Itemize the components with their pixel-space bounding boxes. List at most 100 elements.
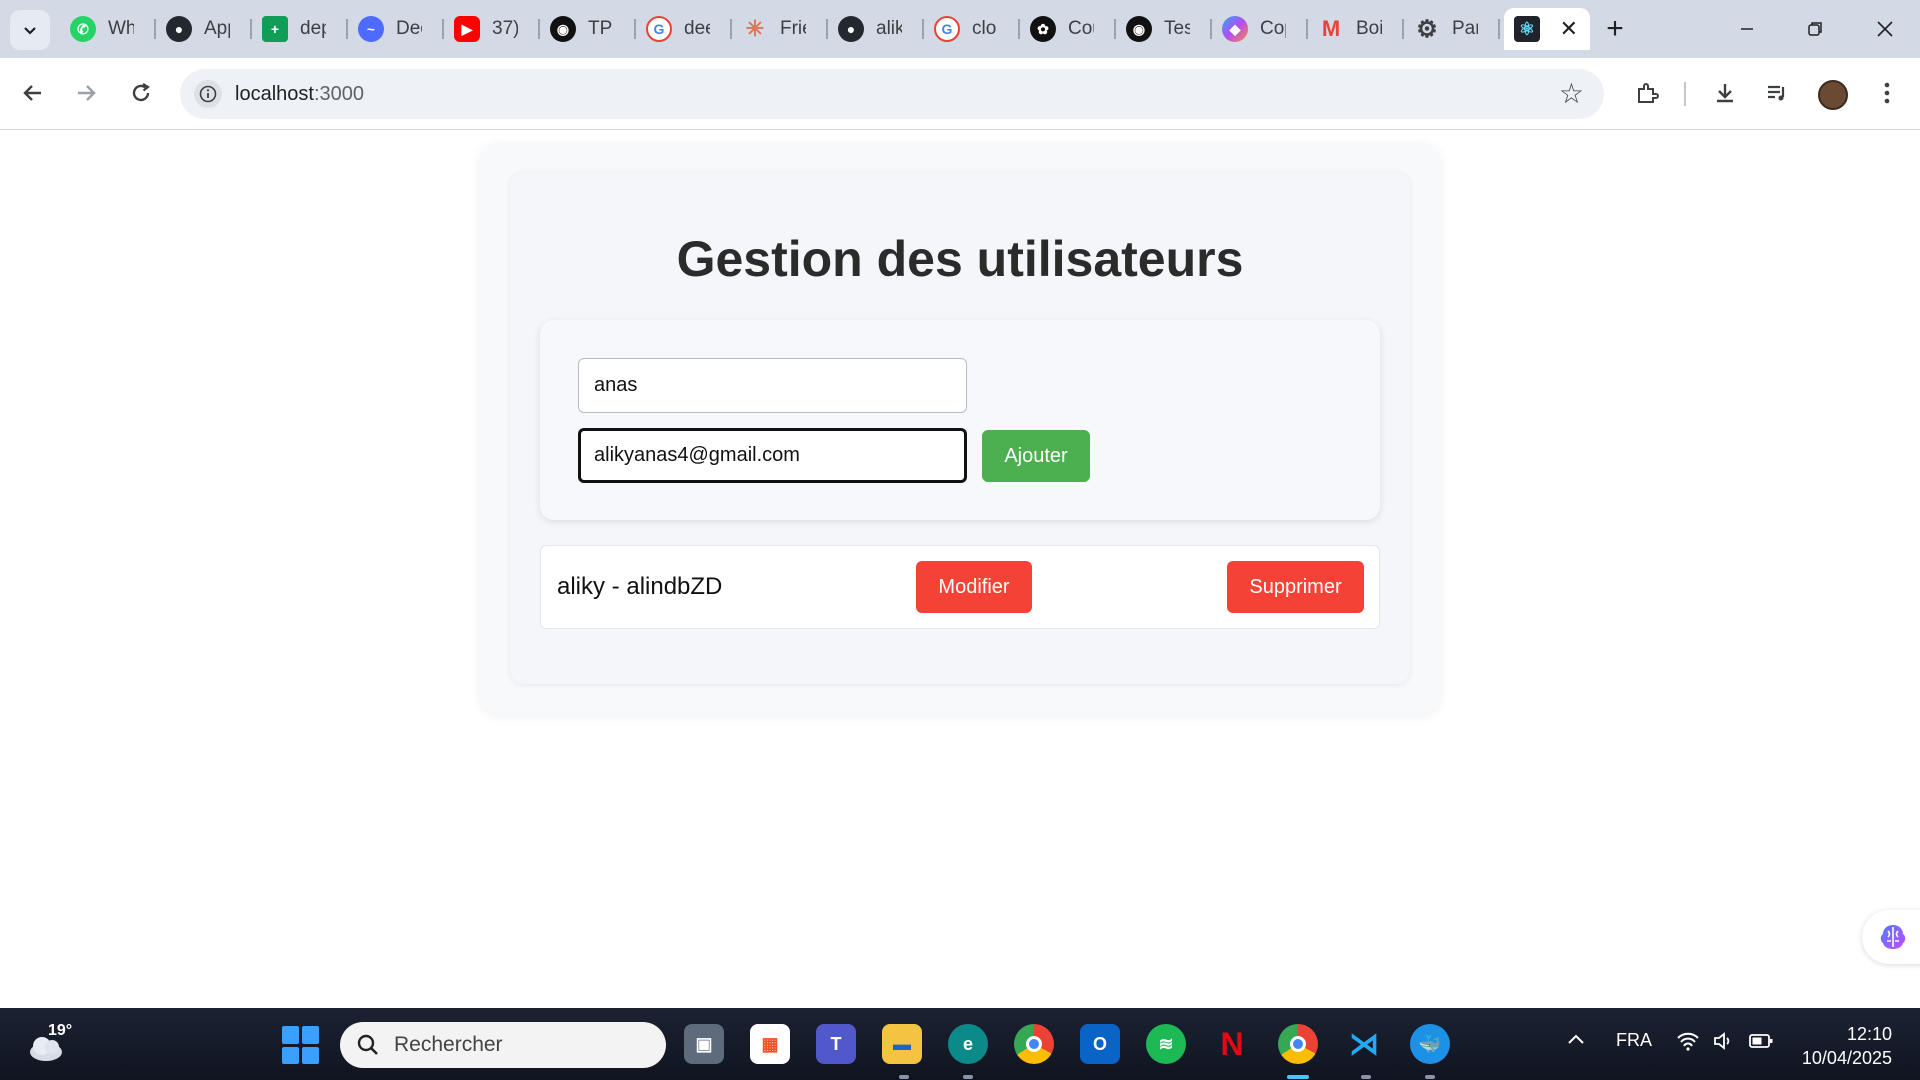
tab-gmail[interactable]: M Boi (1308, 8, 1404, 50)
reload-icon (132, 83, 150, 102)
language-indicator[interactable]: FRA (1616, 1030, 1652, 1051)
spotify-icon[interactable]: ≋ (1146, 1024, 1186, 1064)
chevron-up-icon[interactable] (1566, 1030, 1586, 1056)
copilot-icon: ◆ (1222, 16, 1248, 42)
task-view-icon[interactable]: ▣ (684, 1024, 724, 1064)
whatsapp-icon: ✆ (70, 16, 96, 42)
tab-label: clo (972, 18, 997, 39)
tab-github-alik[interactable]: ● alik (828, 8, 924, 50)
forward-button[interactable] (65, 72, 107, 114)
tab-deepseek[interactable]: ~ Dec (348, 8, 444, 50)
url-port: :3000 (313, 83, 364, 105)
vscode-icon[interactable]: ⋊ (1344, 1024, 1384, 1064)
tab-active-react-app[interactable]: ⚛ ✕ (1504, 8, 1590, 50)
edit-user-button[interactable]: Modifier (916, 561, 1032, 613)
delete-user-button[interactable]: Supprimer (1227, 561, 1364, 613)
menu-kebab-icon[interactable] (1866, 72, 1908, 114)
tab-label: TP (588, 18, 613, 39)
site-info-icon[interactable] (194, 80, 222, 108)
bookmark-star-icon[interactable]: ☆ (1559, 77, 1584, 110)
tab-search-button[interactable] (10, 10, 50, 50)
tab-google-search[interactable]: Gdee (636, 8, 732, 50)
add-user-form (540, 320, 1380, 520)
reload-button[interactable] (120, 72, 162, 114)
gmail-icon: M (1321, 16, 1341, 41)
downloads-icon[interactable] (1704, 72, 1746, 114)
media-controls-icon[interactable] (1756, 72, 1798, 114)
address-bar[interactable]: localhost:3000 ☆ (180, 69, 1604, 119)
clock-time: 12:10 (1846, 1024, 1892, 1044)
youtube-icon: ▶ (454, 16, 480, 42)
taskbar-search[interactable]: Rechercher (340, 1022, 666, 1068)
windows-taskbar: 19° Rechercher ▣ ▦ T ▬ e O ≋ N ⋊ 🐳 FRA 1… (0, 1008, 1920, 1080)
search-icon (357, 1034, 378, 1055)
restore-icon (1808, 22, 1822, 36)
name-input[interactable] (578, 358, 967, 413)
tab-label: alik (876, 18, 902, 39)
openai-icon: ✿ (1030, 16, 1056, 42)
close-tab-icon[interactable]: ✕ (1560, 16, 1578, 42)
tab-label: Dec (396, 18, 422, 39)
tab-google-cloud[interactable]: Gclo (924, 8, 1020, 50)
tab-tp[interactable]: ◉ TP (540, 8, 636, 50)
tab-youtube[interactable]: ▶ 37) (444, 8, 540, 50)
teams-icon[interactable]: T (816, 1024, 856, 1064)
tab-tes[interactable]: ◉ Tes (1116, 8, 1212, 50)
google-icon: G (934, 16, 960, 42)
tab-settings[interactable]: ⚙ Par (1404, 8, 1500, 50)
tab-github-app[interactable]: ● App (156, 8, 252, 50)
tab-label: Frie (780, 18, 806, 39)
chrome-profile-icon[interactable] (1278, 1024, 1318, 1064)
user-list-item: aliky - alindbZD Modifier Supprimer (540, 545, 1380, 629)
tab-label: dep (300, 18, 326, 39)
email-input[interactable] (578, 428, 967, 483)
file-explorer-icon[interactable]: ▬ (882, 1024, 922, 1064)
app-running-indicator (899, 1075, 909, 1079)
add-user-button[interactable]: Ajouter (982, 430, 1090, 482)
tab-claude[interactable]: ✳ Frie (732, 8, 828, 50)
tab-copilot[interactable]: ◆ Cop (1212, 8, 1308, 50)
close-window-button[interactable] (1862, 10, 1908, 48)
url-text[interactable]: localhost:3000 (235, 83, 364, 106)
profile-avatar[interactable] (1818, 80, 1848, 110)
deepseek-icon: ~ (358, 16, 384, 42)
bot-icon: ◉ (1126, 16, 1152, 42)
tab-label: Cop (1260, 18, 1286, 39)
sheets-icon: + (262, 16, 288, 42)
weather-temperature: 19° (48, 1022, 73, 1039)
chrome-icon[interactable] (1014, 1024, 1054, 1064)
floating-assistant-button[interactable] (1862, 910, 1920, 964)
battery-icon[interactable] (1748, 1030, 1774, 1058)
extensions-icon[interactable] (1626, 72, 1668, 114)
edge-icon[interactable]: e (948, 1024, 988, 1064)
minimize-icon (1741, 28, 1753, 30)
tab-label: App (204, 18, 230, 39)
outlook-icon[interactable]: O (1080, 1024, 1120, 1064)
react-icon: ⚛ (1514, 16, 1540, 42)
browser-toolbar: localhost:3000 ☆ (0, 58, 1920, 130)
app-running-indicator (1361, 1075, 1371, 1079)
restore-button[interactable] (1792, 10, 1838, 48)
google-icon: G (646, 16, 672, 42)
minimize-button[interactable] (1724, 10, 1770, 48)
new-tab-button[interactable]: + (1598, 12, 1632, 46)
volume-icon[interactable] (1712, 1030, 1734, 1058)
tab-label: Boi (1356, 18, 1382, 39)
page-title: Gestion des utilisateurs (676, 231, 1244, 287)
start-windows-icon[interactable] (282, 1026, 320, 1064)
system-clock[interactable]: 12:10 10/04/2025 (1796, 1022, 1892, 1070)
search-placeholder: Rechercher (394, 1033, 503, 1056)
docker-icon[interactable]: 🐳 (1410, 1024, 1450, 1064)
tab-sheets[interactable]: + dep (252, 8, 348, 50)
app-running-indicator (963, 1075, 973, 1079)
tab-label: WhatsApp (108, 18, 134, 39)
gear-icon: ⚙ (1416, 15, 1438, 43)
claude-icon: ✳ (745, 16, 765, 41)
wifi-icon[interactable] (1676, 1030, 1700, 1058)
netflix-icon[interactable]: N (1212, 1024, 1252, 1064)
back-button[interactable] (12, 72, 54, 114)
tab-whatsapp[interactable]: ✆ WhatsApp (60, 8, 156, 50)
tab-chatgpt[interactable]: ✿ Cou (1020, 8, 1116, 50)
store-icon[interactable]: ▦ (750, 1024, 790, 1064)
tab-strip: ✆ WhatsApp ● App + dep ~ Dec ▶ 37) ◉ TP Gdee ✳… (0, 0, 1920, 58)
